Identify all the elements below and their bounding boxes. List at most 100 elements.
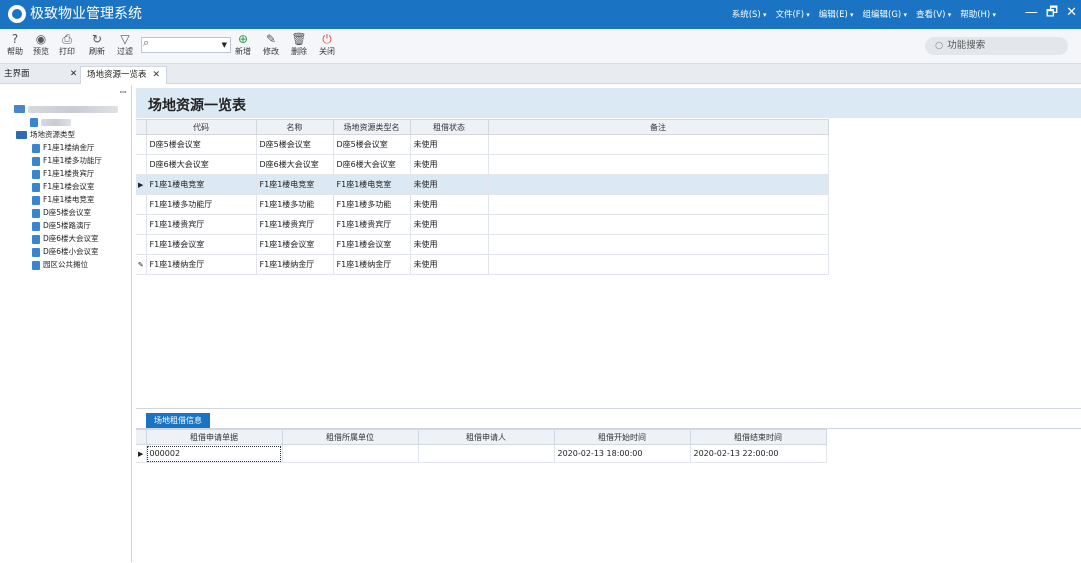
cell-type[interactable]: F1座1楼纳金厅 (332, 254, 411, 275)
tree-group[interactable]: 场地资源类型 (16, 129, 75, 141)
column-header-end-time[interactable]: 租借结束时间 (689, 429, 827, 445)
table-row[interactable]: D座6楼大会议室 D座6楼大会议室 D座6楼大会议室 未使用 (136, 154, 829, 175)
table-row[interactable]: F1座1楼多功能厅 F1座1楼多功能 F1座1楼多功能 未使用 (136, 194, 829, 215)
tree-item[interactable]: F1座1楼电竞室 (32, 194, 94, 206)
cell-status[interactable]: 未使用 (409, 254, 489, 275)
table-row[interactable]: D座5楼会议室 D座5楼会议室 D座5楼会议室 未使用 (136, 134, 829, 155)
close-button[interactable]: ⏻ 关闭 (314, 32, 340, 57)
cell-name[interactable]: D座5楼会议室 (255, 134, 334, 155)
cell-remark[interactable] (487, 174, 829, 195)
cell-remark[interactable] (487, 214, 829, 235)
tab-resource-list[interactable]: 场地资源一览表 ✕ (80, 66, 168, 84)
menu-help[interactable]: 帮助(H) (960, 8, 996, 20)
column-header-status[interactable]: 租借状态 (409, 119, 489, 135)
tab-rental-info[interactable]: 场地租借信息 (146, 413, 210, 428)
tab-main-close-icon[interactable]: ✕ (70, 67, 77, 81)
cell-unit[interactable] (281, 444, 419, 463)
cell-status[interactable]: 未使用 (409, 134, 489, 155)
cell-type[interactable]: D座6楼大会议室 (332, 154, 411, 175)
refresh-button[interactable]: ↻ 刷新 (84, 32, 110, 57)
tree-item[interactable]: D座5楼路演厅 (32, 220, 91, 232)
cell-code[interactable]: F1座1楼会议室 (145, 234, 257, 255)
function-search-placeholder: 功能搜索 (947, 40, 986, 51)
cell-remark[interactable] (487, 134, 829, 155)
column-header-type[interactable]: 场地资源类型名 (332, 119, 411, 135)
column-header-remark[interactable]: 备注 (487, 119, 829, 135)
tree-item[interactable]: F1座1楼多功能厅 (32, 155, 102, 167)
print-button[interactable]: ⎙ 打印 (54, 32, 80, 57)
cell-name[interactable]: D座6楼大会议室 (255, 154, 334, 175)
cell-code[interactable]: D座5楼会议室 (145, 134, 257, 155)
table-row[interactable]: F1座1楼贵宾厅 F1座1楼贵宾厅 F1座1楼贵宾厅 未使用 (136, 214, 829, 235)
cell-name[interactable]: F1座1楼多功能 (255, 194, 334, 215)
tab-close-icon[interactable]: ✕ (153, 70, 161, 80)
close-window-icon[interactable]: ✕ (1066, 4, 1077, 22)
menu-edit[interactable]: 编辑(E) (819, 8, 854, 20)
cell-start-time[interactable]: 2020-02-13 18:00:00 (553, 444, 691, 463)
help-button[interactable]: ? 帮助 (2, 32, 28, 57)
cell-status[interactable]: 未使用 (409, 154, 489, 175)
cell-applicant[interactable] (417, 444, 555, 463)
edit-button[interactable]: ✎ 修改 (258, 32, 284, 57)
cell-code[interactable]: F1座1楼多功能厅 (145, 194, 257, 215)
tree-item[interactable]: 园区公共摊位 (32, 259, 88, 271)
cell-remark[interactable] (487, 154, 829, 175)
menu-system[interactable]: 系统(S) (732, 8, 767, 20)
tree-item[interactable]: F1座1楼贵宾厅 (32, 168, 94, 180)
function-search[interactable]: ○ 功能搜索 (925, 37, 1068, 55)
delete-button[interactable]: 🗑 删除 (286, 32, 312, 57)
cell-name[interactable]: F1座1楼纳金厅 (255, 254, 334, 275)
column-header-start-time[interactable]: 租借开始时间 (553, 429, 691, 445)
menu-view[interactable]: 查看(V) (916, 8, 951, 20)
tree-item[interactable]: F1座1楼会议室 (32, 181, 94, 193)
cell-code[interactable]: D座6楼大会议室 (145, 154, 257, 175)
column-header-name[interactable]: 名称 (255, 119, 334, 135)
table-row[interactable]: ▶ 000002 2020-02-13 18:00:00 2020-02-13 … (136, 444, 827, 463)
filter-button[interactable]: ▽ 过滤 (112, 32, 138, 57)
cell-name[interactable]: F1座1楼电竞室 (255, 174, 334, 195)
cell-name[interactable]: F1座1楼会议室 (255, 234, 334, 255)
cell-status[interactable]: 未使用 (409, 214, 489, 235)
tree-item[interactable]: D座6楼小会议室 (32, 246, 99, 258)
add-button[interactable]: ⊕ 新增 (230, 32, 256, 57)
search-input[interactable] (142, 38, 214, 52)
preview-button[interactable]: ◉ 预览 (28, 32, 54, 57)
column-header-unit[interactable]: 租借所属单位 (281, 429, 419, 445)
cell-code[interactable]: F1座1楼贵宾厅 (145, 214, 257, 235)
cell-name[interactable]: F1座1楼贵宾厅 (255, 214, 334, 235)
cell-type[interactable]: F1座1楼多功能 (332, 194, 411, 215)
restore-icon[interactable]: 🗗 (1046, 4, 1058, 22)
table-row[interactable]: F1座1楼会议室 F1座1楼会议室 F1座1楼会议室 未使用 (136, 234, 829, 255)
minimize-icon[interactable]: — (1025, 4, 1038, 22)
column-header-request-no[interactable]: 租借申请单据 (145, 429, 283, 445)
column-header-applicant[interactable]: 租借申请人 (417, 429, 555, 445)
cell-status[interactable]: 未使用 (409, 194, 489, 215)
tree-root-child[interactable] (30, 116, 71, 128)
cell-status[interactable]: 未使用 (409, 174, 489, 195)
cell-type[interactable]: D座5楼会议室 (332, 134, 411, 155)
table-row-selected[interactable]: ▶ F1座1楼电竞室 F1座1楼电竞室 F1座1楼电竞室 未使用 (136, 174, 829, 195)
cell-end-time[interactable]: 2020-02-13 22:00:00 (689, 444, 827, 463)
tree-item[interactable]: F1座1楼纳金厅 (32, 142, 94, 154)
search-combo[interactable]: ⌕ ▼ (141, 36, 231, 53)
cell-remark[interactable] (487, 234, 829, 255)
tree-item[interactable]: D座6楼大会议室 (32, 233, 99, 245)
chevron-down-icon[interactable]: ▼ (222, 41, 227, 49)
cell-type[interactable]: F1座1楼贵宾厅 (332, 214, 411, 235)
table-row[interactable]: ✎ F1座1楼纳金厅 F1座1楼纳金厅 F1座1楼纳金厅 未使用 (136, 254, 829, 275)
tab-main[interactable]: 主界面 (4, 67, 30, 81)
menu-group-edit[interactable]: 组编辑(G) (863, 8, 907, 20)
cell-code[interactable]: F1座1楼电竞室 (145, 174, 257, 195)
cell-type[interactable]: F1座1楼电竞室 (332, 174, 411, 195)
cell-request-no[interactable]: 000002 (145, 444, 283, 463)
cell-status[interactable]: 未使用 (409, 234, 489, 255)
column-header-code[interactable]: 代码 (145, 119, 257, 135)
menu-file[interactable]: 文件(F) (775, 8, 809, 20)
pin-icon[interactable]: ꟷ (120, 87, 127, 98)
cell-code[interactable]: F1座1楼纳金厅 (145, 254, 257, 275)
tree-root[interactable] (14, 103, 118, 115)
tree-item[interactable]: D座5楼会议室 (32, 207, 91, 219)
cell-type[interactable]: F1座1楼会议室 (332, 234, 411, 255)
cell-remark[interactable] (487, 194, 829, 215)
cell-remark[interactable] (487, 254, 829, 275)
